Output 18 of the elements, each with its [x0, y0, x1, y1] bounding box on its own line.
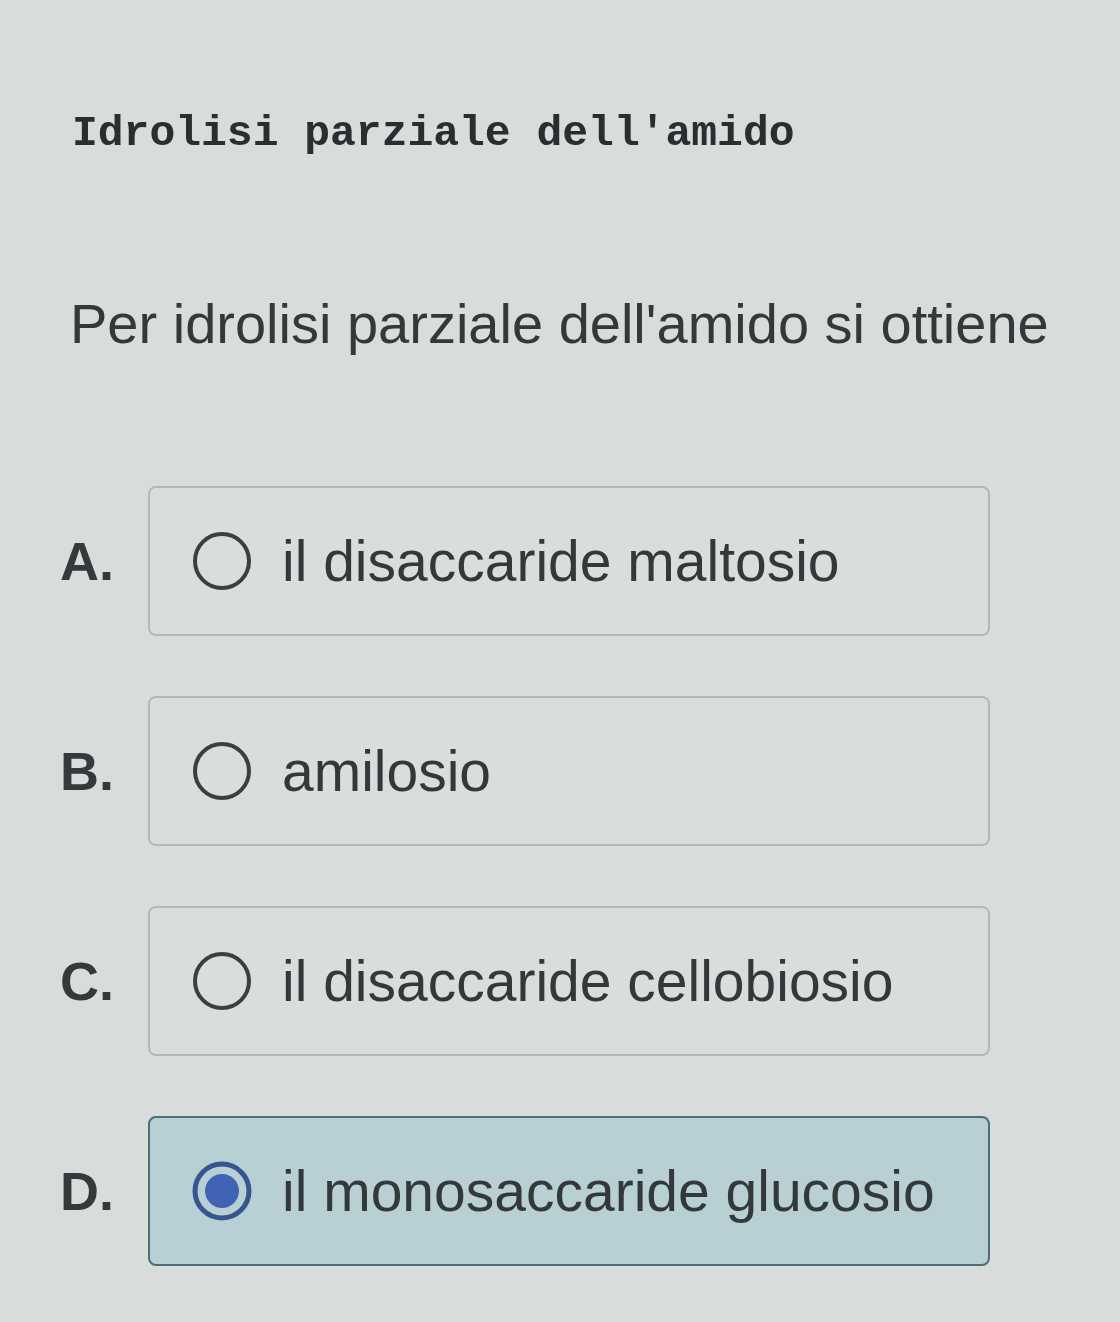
- option-letter: C.: [60, 950, 115, 1012]
- answer-option[interactable]: il monosaccaride glucosio: [148, 1116, 990, 1266]
- radio-button[interactable]: [192, 951, 252, 1011]
- option-label: il disaccaride maltosio: [282, 528, 840, 594]
- option-label: il disaccaride cellobiosio: [282, 948, 894, 1014]
- question-title: Idrolisi parziale dell'amido: [72, 108, 795, 160]
- option-label: amilosio: [282, 738, 492, 804]
- answer-option[interactable]: il disaccaride maltosio: [148, 486, 990, 636]
- radio-button[interactable]: [192, 531, 252, 591]
- answer-option[interactable]: il disaccaride cellobiosio: [148, 906, 990, 1056]
- option-label: il monosaccaride glucosio: [282, 1158, 935, 1224]
- radio-button[interactable]: [192, 1161, 252, 1221]
- option-letter: A.: [60, 530, 115, 592]
- question-text: Per idrolisi parziale dell'amido si ottiene: [70, 291, 1049, 356]
- answer-option[interactable]: amilosio: [148, 696, 990, 846]
- radio-button[interactable]: [192, 741, 252, 801]
- option-letter: B.: [60, 740, 115, 802]
- option-letter: D.: [60, 1160, 115, 1222]
